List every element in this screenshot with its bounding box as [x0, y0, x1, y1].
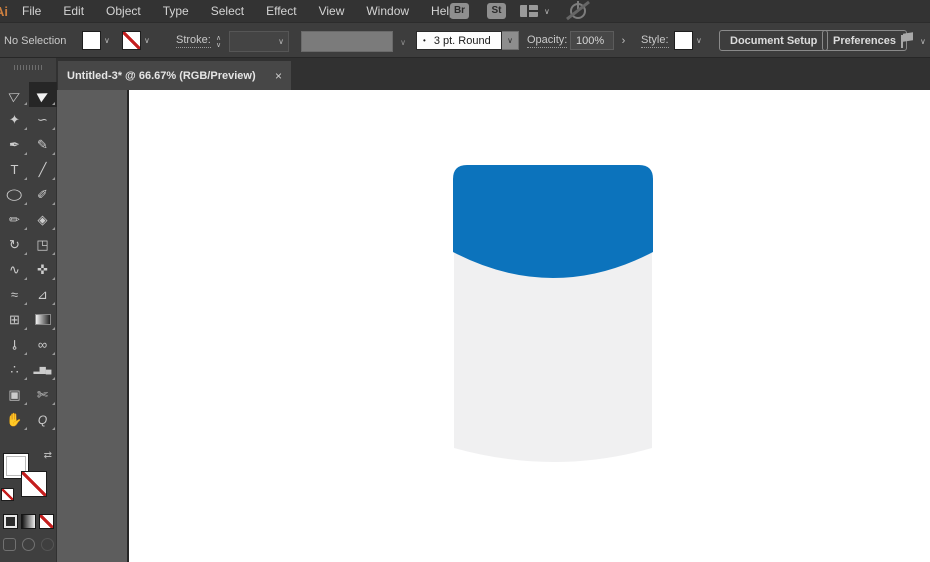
tool-grid: ▷ ▶ ✦ ∽ ✒ ✎ T ╱ ◯ ✐ ✏ ◈ ↻ ◳ ∿ ✜ ≈ ⊿ ⊞ ⊸ … — [0, 82, 57, 432]
menu-effect[interactable]: Effect — [255, 4, 307, 18]
workspace-switcher-icon[interactable] — [520, 5, 538, 17]
menu-select[interactable]: Select — [200, 4, 255, 18]
style-label[interactable]: Style: — [641, 34, 669, 48]
chevron-down-icon: ∨ — [400, 38, 406, 47]
stepper-down-icon[interactable]: ∨ — [216, 42, 221, 49]
stroke-none-swatch[interactable] — [122, 31, 141, 50]
mesh-tool[interactable]: ⊞ — [1, 307, 29, 332]
control-bar: No Selection ∨ ∨ Stroke: ∧ ∨ ∨ ∨ • 3 pt.… — [0, 22, 930, 58]
line-segment-tool[interactable]: ╱ — [29, 157, 57, 182]
zoom-tool[interactable]: Q — [29, 407, 57, 432]
stroke-label[interactable]: Stroke: — [176, 34, 211, 48]
menu-file[interactable]: File — [11, 4, 52, 18]
menu-window[interactable]: Window — [355, 4, 420, 18]
curvature-tool[interactable]: ✎ — [29, 132, 57, 157]
opacity-label[interactable]: Opacity: — [527, 34, 568, 48]
blend-tool[interactable]: ∞ — [29, 332, 57, 357]
brush-name: 3 pt. Round — [433, 34, 491, 47]
chevron-down-icon[interactable]: ∨ — [544, 7, 550, 16]
opacity-input[interactable]: 100% — [570, 31, 614, 50]
menu-type[interactable]: Type — [152, 4, 200, 18]
document-tab-title: Untitled-3* @ 66.67% (RGB/Preview) — [67, 69, 256, 82]
default-fill-stroke-icon[interactable] — [1, 488, 14, 501]
color-mode-button[interactable] — [3, 514, 18, 529]
jar-body-shape[interactable] — [454, 248, 652, 462]
width-tool[interactable]: ∿ — [1, 257, 29, 282]
eyedropper-tool[interactable]: ⊸ — [1, 332, 29, 357]
draw-behind-mode-icon[interactable] — [22, 538, 35, 551]
gradient-chip-icon — [34, 314, 51, 325]
style-swatch[interactable] — [674, 31, 693, 50]
fill-swatch[interactable] — [82, 31, 101, 50]
fill-stroke-indicator: ⇄ — [0, 450, 57, 512]
menu-view[interactable]: View — [308, 4, 356, 18]
chevron-down-icon[interactable]: ∨ — [502, 31, 519, 50]
tab-close-icon[interactable]: × — [275, 69, 282, 83]
menu-edit[interactable]: Edit — [52, 4, 95, 18]
shaper-tool[interactable]: ≈ — [1, 282, 29, 307]
illustrator-logo: Ai — [0, 3, 8, 19]
magic-wand-tool[interactable]: ✦ — [1, 107, 29, 132]
selection-tool[interactable]: ▶ — [28, 82, 57, 107]
stroke-color-control[interactable]: ∨ — [122, 31, 150, 50]
swap-fill-stroke-icon[interactable]: ⇄ — [44, 450, 52, 461]
symbol-sprayer-tool[interactable]: ∴ — [1, 357, 29, 382]
eraser-tool[interactable]: ◈ — [29, 207, 57, 232]
document-setup-button[interactable]: Document Setup — [719, 30, 829, 51]
gradient-tool[interactable] — [29, 307, 57, 332]
ellipse-tool[interactable]: ◯ — [1, 182, 29, 207]
pen-tool[interactable]: ✒ — [1, 132, 29, 157]
draw-normal-mode-icon[interactable] — [3, 538, 16, 551]
perspective-grid-tool[interactable]: ⊿ — [29, 282, 57, 307]
document-tab-bar: Untitled-3* @ 66.67% (RGB/Preview) × — [57, 58, 930, 90]
menubar-right-controls: Br St ∨ — [440, 0, 930, 22]
toolbar-grip[interactable] — [14, 65, 42, 70]
puppet-warp-tool[interactable]: ✜ — [29, 257, 57, 282]
artboard-tool[interactable]: ▣ — [1, 382, 29, 407]
preferences-button[interactable]: Preferences — [822, 30, 907, 51]
width-profile-dropdown: ∨ — [301, 31, 406, 52]
tools-panel: ▷ ▶ ✦ ∽ ✒ ✎ T ╱ ◯ ✐ ✏ ◈ ↻ ◳ ∿ ✜ ≈ ⊿ ⊞ ⊸ … — [0, 58, 57, 562]
scale-tool[interactable]: ◳ — [29, 232, 57, 257]
stroke-weight-dropdown[interactable]: ∨ — [229, 31, 289, 52]
column-graph-tool[interactable]: ▂▆▄ — [29, 357, 57, 382]
artwork — [453, 165, 653, 462]
canvas-area[interactable] — [57, 90, 930, 562]
style-control[interactable]: ∨ — [674, 31, 702, 50]
direct-selection-tool[interactable]: ▷ — [1, 82, 29, 107]
stock-button[interactable]: St — [487, 3, 506, 19]
fill-color-control[interactable]: ∨ — [82, 31, 110, 50]
hand-tool[interactable]: ✋ — [1, 407, 29, 432]
pencil-tool[interactable]: ✏ — [1, 207, 29, 232]
menu-bar: Ai File Edit Object Type Select Effect V… — [0, 0, 930, 22]
chevron-down-icon[interactable]: ∨ — [104, 36, 110, 45]
chevron-down-icon[interactable]: ∨ — [696, 36, 702, 45]
type-tool[interactable]: T — [1, 157, 29, 182]
stroke-indicator[interactable] — [21, 471, 47, 497]
drawing-mode-buttons — [0, 538, 57, 551]
slice-tool[interactable]: ✄ — [29, 382, 57, 407]
lasso-tool[interactable]: ∽ — [29, 107, 57, 132]
jar-cap-shape[interactable] — [453, 165, 653, 278]
document-tab[interactable]: Untitled-3* @ 66.67% (RGB/Preview) × — [58, 61, 291, 90]
rotate-tool[interactable]: ↻ — [1, 232, 29, 257]
brush-preview-dot: • — [423, 36, 426, 45]
selection-status: No Selection — [4, 35, 67, 47]
none-mode-button[interactable] — [39, 514, 54, 529]
chevron-down-icon[interactable]: ∨ — [920, 37, 926, 46]
stepper-up-icon[interactable]: ∧ — [216, 35, 221, 42]
sync-disabled-icon[interactable] — [570, 1, 586, 19]
bridge-button[interactable]: Br — [450, 3, 469, 19]
chevron-down-icon: ∨ — [278, 37, 284, 46]
chevron-down-icon[interactable]: ∨ — [144, 36, 150, 45]
stroke-weight-stepper[interactable]: ∧ ∨ — [211, 31, 226, 52]
paint-mode-buttons — [0, 514, 57, 529]
paintbrush-tool[interactable]: ✐ — [29, 182, 57, 207]
opacity-expand-button[interactable]: › — [617, 31, 630, 50]
menu-object[interactable]: Object — [95, 4, 152, 18]
brush-field[interactable]: • 3 pt. Round — [416, 31, 502, 50]
draw-inside-mode-icon[interactable] — [41, 538, 54, 551]
brush-definition-control[interactable]: • 3 pt. Round ∨ — [416, 31, 519, 50]
gradient-mode-button[interactable] — [21, 514, 36, 529]
